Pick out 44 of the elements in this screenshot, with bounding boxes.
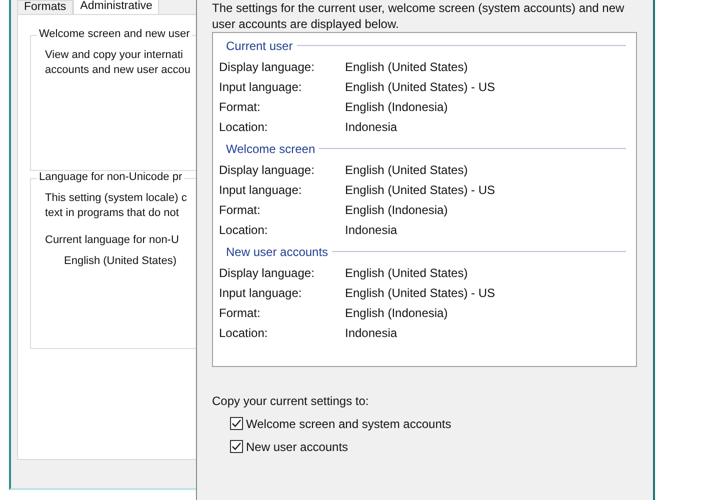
current-language-value: English (United States) bbox=[64, 254, 178, 269]
setting-value: English (United States) bbox=[345, 163, 468, 177]
setting-value: Indonesia bbox=[345, 326, 398, 340]
setting-value: Indonesia bbox=[345, 223, 398, 237]
checkbox[interactable] bbox=[230, 440, 243, 453]
setting-value: English (Indonesia) bbox=[345, 203, 448, 217]
checkbox[interactable] bbox=[230, 417, 243, 430]
setting-label: Format: bbox=[219, 203, 262, 217]
checkbox-label[interactable]: New user accounts bbox=[246, 440, 348, 454]
group-title: Welcome screen and new user bbox=[37, 28, 192, 40]
setting-label: Display language: bbox=[219, 266, 316, 280]
setting-value: English (Indonesia) bbox=[345, 100, 448, 114]
setting-label: Input language: bbox=[219, 183, 303, 197]
checkbox-label[interactable]: Welcome screen and system accounts bbox=[246, 416, 452, 430]
setting-label: Location: bbox=[219, 120, 269, 134]
setting-label: Input language: bbox=[219, 80, 303, 94]
copy-label: Copy your current settings to: bbox=[212, 394, 370, 408]
setting-label: Location: bbox=[219, 223, 269, 237]
setting-label: Location: bbox=[219, 326, 269, 340]
setting-label: Format: bbox=[219, 100, 262, 114]
setting-value: English (United States) bbox=[345, 266, 468, 280]
tab[interactable]: Formats bbox=[17, 0, 74, 14]
setting-value: English (Indonesia) bbox=[345, 306, 448, 320]
description-line: text in programs that do not bbox=[45, 206, 180, 221]
setting-label: Input language: bbox=[219, 286, 303, 300]
section-title: New user accounts bbox=[226, 244, 330, 258]
tab[interactable]: Administrative bbox=[73, 0, 160, 14]
setting-value: English (United States) - US bbox=[345, 80, 496, 94]
intro-text: user accounts are displayed below. bbox=[212, 16, 400, 32]
section-title: Welcome screen bbox=[226, 142, 316, 156]
setting-label: Display language: bbox=[219, 60, 316, 74]
setting-label: Format: bbox=[219, 306, 262, 320]
setting-value: English (United States) bbox=[345, 60, 468, 74]
setting-value: Indonesia bbox=[345, 120, 398, 134]
group-title: Language for non-Unicode pr bbox=[37, 171, 184, 183]
description-line: This setting (system locale) c bbox=[45, 191, 188, 206]
setting-label: Display language: bbox=[219, 163, 316, 177]
intro-text: The settings for the current user, welcome screen (system accounts) and new bbox=[212, 0, 626, 16]
setting-value: English (United States) - US bbox=[345, 286, 496, 300]
setting-value: English (United States) - US bbox=[345, 183, 496, 197]
description-line: View and copy your internati bbox=[45, 48, 184, 63]
section-title: Current user bbox=[226, 38, 294, 52]
current-language-label: Current language for non-U bbox=[45, 233, 180, 248]
description-line: accounts and new user accou bbox=[45, 63, 192, 78]
